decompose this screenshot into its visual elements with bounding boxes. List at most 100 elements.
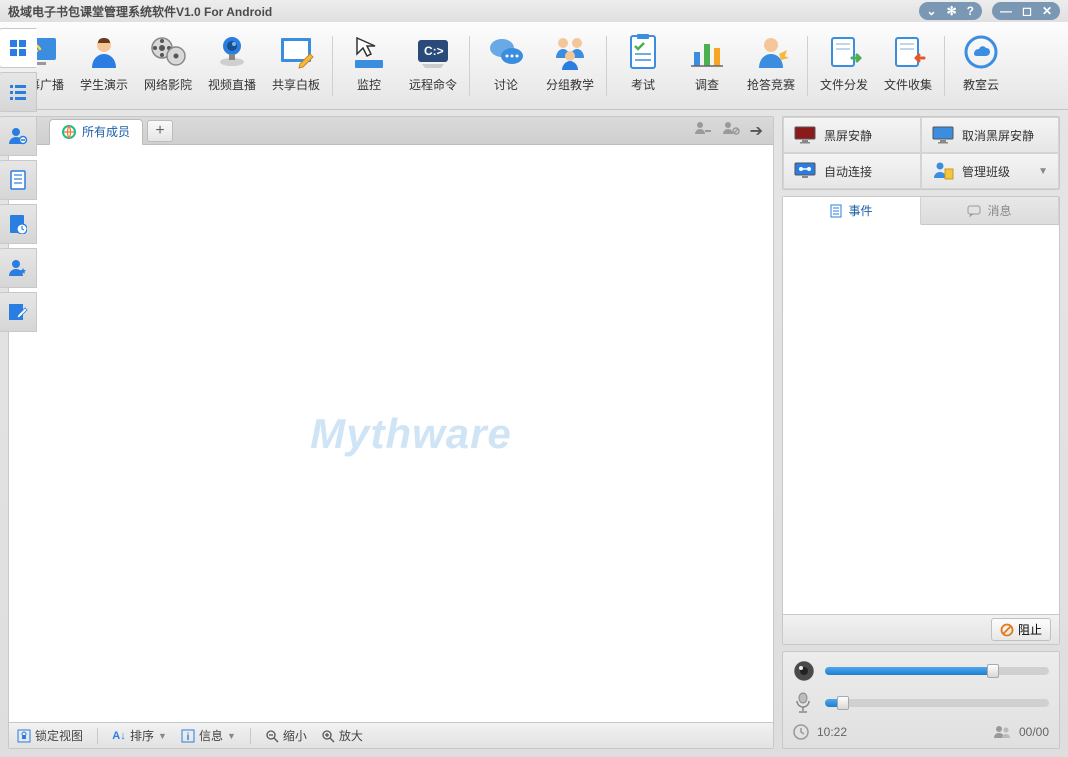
close-button[interactable]: ✕ — [1042, 4, 1052, 18]
doc-icon — [830, 204, 842, 218]
zoom-in-icon — [321, 729, 335, 743]
quiz-compete-icon — [749, 30, 793, 74]
tool-quiz-compete[interactable]: 抢答竞赛 — [739, 26, 803, 106]
slider-thumb[interactable] — [987, 664, 999, 678]
tool-monitor[interactable]: 监控 — [337, 26, 401, 106]
tool-file-collect[interactable]: 文件收集 — [876, 26, 940, 106]
minimize-button[interactable]: — — [1000, 4, 1012, 18]
app-title: 极域电子书包课堂管理系统软件V1.0 For Android — [8, 3, 272, 20]
status-row: 10:22 00/00 — [793, 724, 1049, 740]
tool-shared-whiteboard[interactable]: 共享白板 — [264, 26, 328, 106]
tool-group-teaching[interactable]: 分组教学 — [538, 26, 602, 106]
info-icon: i — [181, 729, 195, 743]
survey-icon — [685, 30, 729, 74]
globe-icon — [62, 125, 76, 139]
tool-survey[interactable]: 调查 — [675, 26, 739, 106]
student-demo-icon — [82, 30, 126, 74]
tool-live-video[interactable]: 视频直播 — [200, 26, 264, 106]
zoom-in-button[interactable]: 放大 — [321, 727, 363, 744]
svg-text:C:>: C:> — [424, 44, 444, 58]
view-history-tab[interactable] — [0, 204, 37, 244]
network-cinema-icon — [146, 30, 190, 74]
maximize-button[interactable]: ◻ — [1022, 4, 1032, 18]
window-buttons: ⌄ ✻ ? — ◻ ✕ — [919, 2, 1061, 20]
view-users-tab[interactable] — [0, 116, 37, 156]
add-tab-button[interactable]: + — [147, 120, 173, 142]
watermark: Mythware — [310, 410, 512, 458]
main-body: 所有成员 + ➔ Mythware — [0, 110, 1068, 757]
zoom-out-button[interactable]: 缩小 — [265, 727, 307, 744]
tab-label: 所有成员 — [82, 123, 130, 140]
tool-file-send[interactable]: 文件分发 — [812, 26, 876, 106]
group-teaching-icon — [548, 30, 592, 74]
microphone-icon[interactable] — [793, 692, 815, 714]
connect-icon — [794, 162, 816, 180]
quick-actions: 黑屏安静 取消黑屏安静 自动连接 管理班级 ▼ — [782, 116, 1060, 190]
stop-button[interactable]: 阻止 — [991, 618, 1051, 641]
monitor-icon — [347, 30, 391, 74]
cancel-black-screen-button[interactable]: 取消黑屏安静 — [921, 117, 1059, 153]
help-icon[interactable]: ? — [967, 4, 974, 18]
file-send-icon — [822, 30, 866, 74]
main-toolbar: 屏幕广播学生演示网络影院视频直播共享白板监控C:>远程命令讨论分组教学考试调查抢… — [0, 22, 1068, 110]
log-footer: 阻止 — [783, 614, 1059, 644]
tab-all-members[interactable]: 所有成员 — [49, 119, 143, 145]
tool-remote-command[interactable]: C:>远程命令 — [401, 26, 465, 106]
side-view-tabs — [0, 28, 39, 336]
manage-class-button[interactable]: 管理班级 ▼ — [921, 153, 1059, 189]
auto-connect-button[interactable]: 自动连接 — [783, 153, 921, 189]
black-screen-button[interactable]: 黑屏安静 — [783, 117, 921, 153]
mic-slider[interactable] — [825, 699, 1049, 707]
tab-messages[interactable]: 消息 — [921, 197, 1059, 224]
arrow-right-icon[interactable]: ➔ — [750, 121, 763, 141]
titlebar: 极域电子书包课堂管理系统软件V1.0 For Android ⌄ ✻ ? — ◻… — [0, 0, 1068, 22]
speaker-icon[interactable] — [793, 660, 815, 682]
chat-icon — [967, 205, 981, 217]
sort-button[interactable]: A↓ 排序 ▼ — [112, 727, 167, 744]
view-edit-tab[interactable] — [0, 292, 37, 332]
tool-exam[interactable]: 考试 — [611, 26, 675, 106]
time-value: 10:22 — [817, 725, 847, 739]
class-icon — [932, 162, 954, 180]
log-body — [783, 225, 1059, 614]
monitor-dark-icon — [794, 126, 816, 144]
lock-icon — [17, 729, 31, 743]
shared-whiteboard-icon — [274, 30, 318, 74]
users-icon — [993, 725, 1011, 739]
sys-buttons-right: — ◻ ✕ — [992, 2, 1060, 20]
monitor-blue-icon — [932, 126, 954, 144]
mic-row — [793, 692, 1049, 714]
tool-discussion[interactable]: 讨论 — [474, 26, 538, 106]
view-list-tab[interactable] — [0, 72, 37, 112]
log-tabs: 事件 消息 — [783, 197, 1059, 225]
tab-events[interactable]: 事件 — [783, 197, 921, 225]
tool-student-demo[interactable]: 学生演示 — [72, 26, 136, 106]
expand-down-icon[interactable]: ⌄ — [927, 4, 937, 18]
members-panel: 所有成员 + ➔ Mythware — [8, 116, 774, 749]
settings-icon[interactable]: ✻ — [947, 4, 957, 18]
tool-network-cinema[interactable]: 网络影院 — [136, 26, 200, 106]
classroom-cloud-icon — [959, 30, 1003, 74]
speaker-slider[interactable] — [825, 667, 1049, 675]
tabstrip: 所有成员 + ➔ — [9, 117, 773, 145]
members-content: Mythware — [49, 145, 773, 722]
tool-classroom-cloud[interactable]: 教室云 — [949, 26, 1013, 106]
lock-view-button[interactable]: 锁定视图 — [17, 727, 83, 744]
user-minus-icon[interactable] — [694, 121, 712, 141]
log-panel: 事件 消息 阻止 — [782, 196, 1060, 645]
view-user-star-tab[interactable] — [0, 248, 37, 288]
info-button[interactable]: i 信息 ▼ — [181, 727, 236, 744]
discussion-icon — [484, 30, 528, 74]
right-panel: 黑屏安静 取消黑屏安静 自动连接 管理班级 ▼ — [782, 116, 1060, 749]
svg-text:i: i — [187, 732, 190, 743]
file-collect-icon — [886, 30, 930, 74]
left-statusbar: 锁定视图 A↓ 排序 ▼ i 信息 ▼ 缩小 — [9, 722, 773, 748]
chevron-down-icon: ▼ — [1038, 166, 1048, 177]
user-remove-icon[interactable] — [722, 121, 740, 141]
view-grid-tab[interactable] — [0, 28, 37, 68]
chevron-down-icon: ▼ — [227, 731, 236, 741]
slider-thumb[interactable] — [837, 696, 849, 710]
live-video-icon — [210, 30, 254, 74]
speaker-row — [793, 660, 1049, 682]
view-doc-tab[interactable] — [0, 160, 37, 200]
